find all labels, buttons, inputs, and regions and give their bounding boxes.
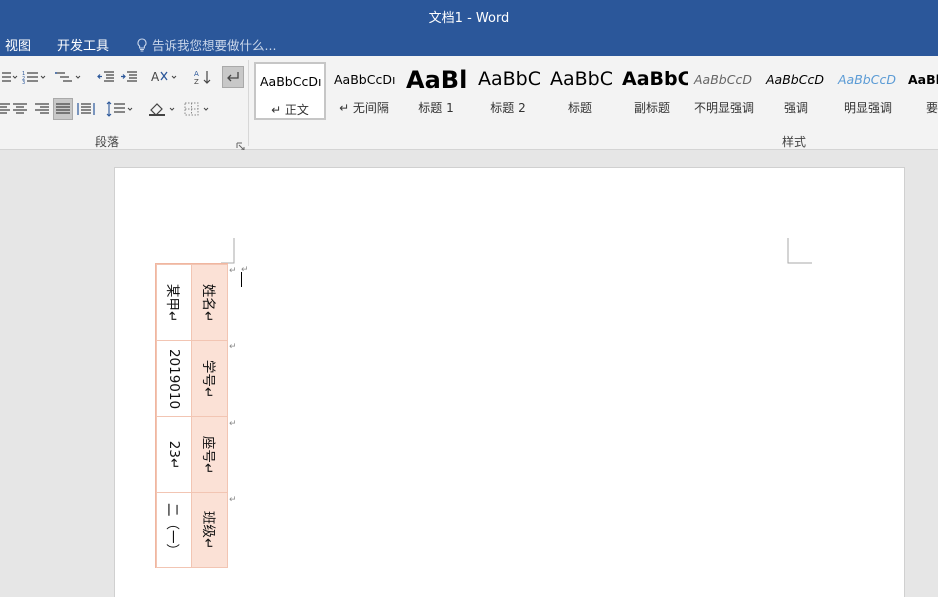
cell-text-header-2: 学号↵ <box>199 359 216 398</box>
cell-text-value-3: 23↵ <box>166 440 182 469</box>
decrease-indent-button[interactable] <box>96 66 116 88</box>
svg-text:A: A <box>151 70 160 84</box>
ribbon-tabs: 视图 开发工具 告诉我您想要做什么... <box>0 30 938 56</box>
numbering-button[interactable]: 123 <box>22 66 48 88</box>
styles-gallery: AaBbCcDı ↵ 正文 AaBbCcDı ↵ 无间隔 AaBl 标题 1 A… <box>254 62 938 122</box>
tell-me-placeholder: 告诉我您想要做什么... <box>152 38 277 53</box>
svg-text:3: 3 <box>22 80 25 84</box>
distributed-button[interactable] <box>76 98 96 120</box>
style-no-spacing[interactable]: AaBbCcDı ↵ 无间隔 <box>328 62 400 120</box>
style-heading-1[interactable]: AaBl 标题 1 <box>400 62 472 120</box>
row-end-mark: ↵ <box>229 266 237 276</box>
align-left-button[interactable] <box>0 98 10 120</box>
cell-text-header-4: 班级↵ <box>199 510 216 550</box>
style-title[interactable]: AaBbC 标题 <box>544 62 616 120</box>
lightbulb-icon <box>136 37 148 52</box>
style-strong[interactable]: AaBb 要 <box>904 62 938 120</box>
svg-text:Z: Z <box>194 78 199 85</box>
tell-me-box[interactable]: 告诉我您想要做什么... <box>136 35 276 54</box>
row-end-mark: ↵ <box>229 419 237 429</box>
increase-indent-button[interactable] <box>119 66 139 88</box>
table-header-cell[interactable]: 姓名↵ <box>191 264 228 341</box>
table-value-cell[interactable]: 某甲↵ <box>156 264 192 341</box>
align-center-button[interactable] <box>10 98 30 120</box>
cell-text-value-2: 2019010 <box>166 348 182 409</box>
styles-group-label: 样式 <box>782 135 807 149</box>
bullets-button[interactable] <box>0 66 18 88</box>
table-header-cell[interactable]: 学号↵ <box>191 340 228 417</box>
style-intense-emphasis[interactable]: AaBbCcD 明显强调 <box>832 62 904 120</box>
tab-view[interactable]: 视图 <box>5 35 31 54</box>
justify-button[interactable] <box>53 98 73 120</box>
style-subtle-emphasis[interactable]: AaBbCcD 不明显强调 <box>688 62 760 120</box>
table-value-cell[interactable]: 23↵ <box>156 416 192 493</box>
ribbon: 123 A AZ 段落 AaBbCcDı ↵ 正文 AaBbCcDı ↵ 无间隔… <box>0 56 938 151</box>
text-cursor <box>241 272 242 287</box>
show-hide-marks-button[interactable] <box>222 66 244 88</box>
cell-text-header-1: 姓名↵ <box>199 283 216 322</box>
chinese-layout-button[interactable]: A <box>150 66 180 88</box>
info-table[interactable]: 某甲↵ 姓名↵ 2019010 学号↵ 23↵ 座号↵ 二（一） 班级↵ <box>155 263 228 568</box>
document-page[interactable]: 某甲↵ 姓名↵ 2019010 学号↵ 23↵ 座号↵ 二（一） 班级↵ ↵ ↵… <box>114 167 905 597</box>
sort-button[interactable]: AZ <box>192 66 214 88</box>
window-title: 文档1 - Word <box>428 11 510 26</box>
tab-developer[interactable]: 开发工具 <box>57 35 109 54</box>
multilevel-list-button[interactable] <box>55 66 83 88</box>
table-value-cell[interactable]: 二（一） <box>156 492 192 568</box>
margin-corner-top-right <box>787 238 812 264</box>
table-value-cell[interactable]: 2019010 <box>156 340 192 417</box>
shading-button[interactable] <box>148 98 178 120</box>
table-header-cell[interactable]: 座号↵ <box>191 416 228 493</box>
row-end-mark: ↵ <box>229 342 237 352</box>
style-subtitle[interactable]: AaBbC 副标题 <box>616 62 688 120</box>
line-spacing-button[interactable] <box>106 98 136 120</box>
style-emphasis[interactable]: AaBbCcD 强调 <box>760 62 832 120</box>
style-heading-2[interactable]: AaBbC 标题 2 <box>472 62 544 120</box>
cell-text-value-1: 某甲↵ <box>164 283 180 322</box>
style-normal[interactable]: AaBbCcDı ↵ 正文 <box>254 62 326 120</box>
paragraph-dialog-launcher-icon[interactable] <box>236 136 245 151</box>
paragraph-group-label: 段落 <box>95 135 120 149</box>
document-area[interactable]: 某甲↵ 姓名↵ 2019010 学号↵ 23↵ 座号↵ 二（一） 班级↵ ↵ ↵… <box>0 150 938 597</box>
cell-text-value-4: 二（一） <box>164 503 180 557</box>
borders-button[interactable] <box>184 98 214 120</box>
cell-text-header-3: 座号↵ <box>199 435 216 474</box>
align-right-button[interactable] <box>32 98 52 120</box>
group-separator <box>248 60 249 146</box>
title-bar: 文档1 - Word <box>0 0 938 30</box>
table-header-cell[interactable]: 班级↵ <box>191 492 228 568</box>
svg-text:A: A <box>194 70 199 78</box>
paragraph-mark: ↵ <box>241 265 249 275</box>
row-end-mark: ↵ <box>229 495 237 505</box>
margin-corner-top-left <box>221 238 235 264</box>
